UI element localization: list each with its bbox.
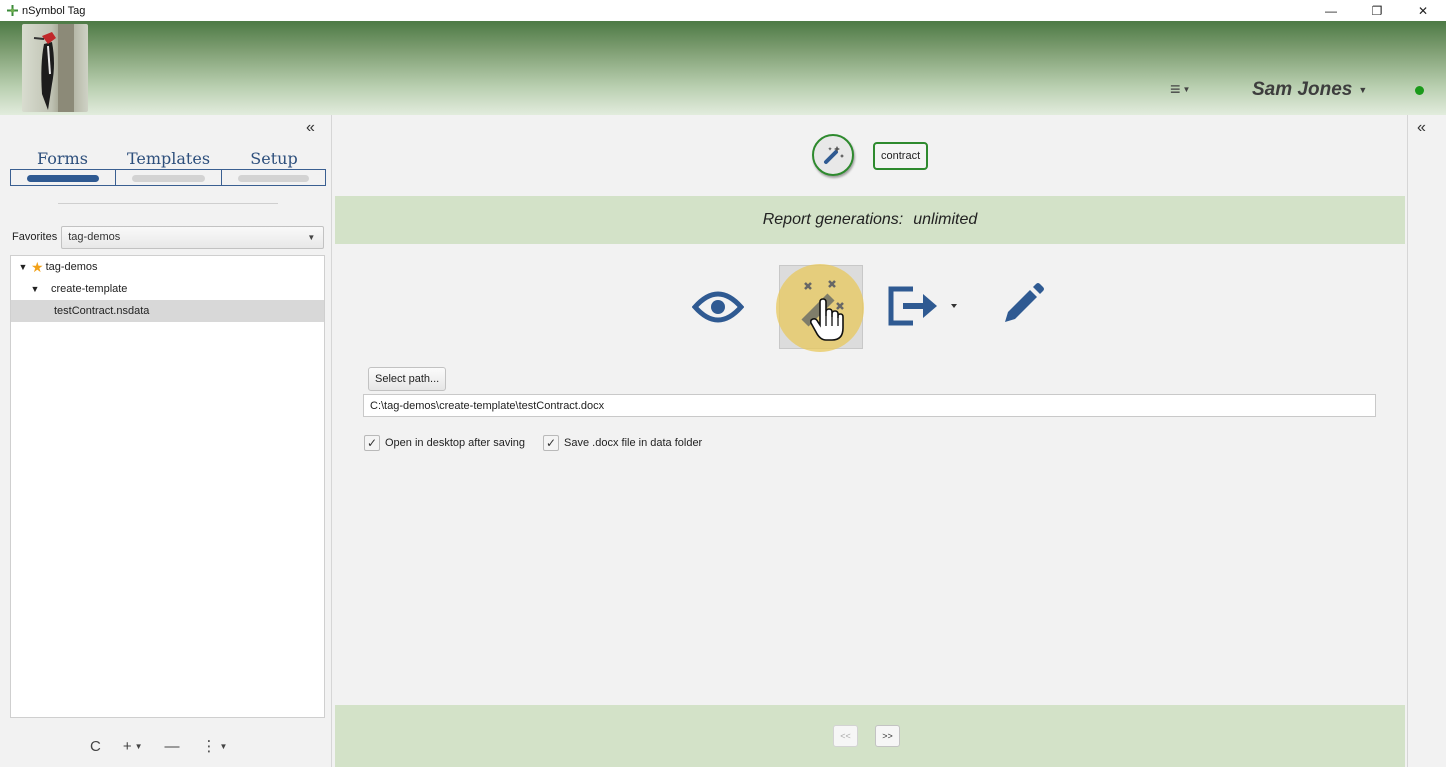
tree-item-label: testContract.nsdata [54, 305, 150, 317]
open-desktop-label: Open in desktop after saving [385, 437, 526, 449]
tab-forms-label: Forms [37, 149, 88, 168]
title-bar: nSymbol Tag — ❐ ✕ [0, 0, 1446, 21]
sidebar-tabs: Forms Templates Setup [10, 148, 326, 188]
user-name-label: Sam Jones [1252, 79, 1353, 100]
export-button[interactable] [885, 281, 963, 331]
tree-item-create-template[interactable]: ▼ create-template [11, 278, 324, 300]
report-value: unlimited [913, 211, 978, 228]
refresh-button[interactable]: C [90, 738, 101, 755]
expand-arrow-icon[interactable]: ▼ [29, 284, 41, 294]
remove-button[interactable]: — [165, 738, 180, 755]
minus-icon: — [164, 737, 180, 755]
caret-down-icon: ▼ [219, 741, 228, 751]
star-icon: ★ [31, 258, 44, 275]
caret-down-icon: ▼ [134, 741, 143, 751]
tab-templates-label: Templates [126, 149, 211, 168]
favorites-value: tag-demos [68, 231, 121, 243]
open-desktop-checkbox[interactable]: ✓ [364, 435, 380, 451]
tree-item-testcontract[interactable]: testContract.nsdata [11, 300, 324, 322]
caret-down-icon: ▼ [1182, 85, 1191, 94]
tab-templates[interactable]: Templates [116, 148, 221, 188]
close-button[interactable]: ✕ [1400, 0, 1446, 21]
right-panel [1407, 115, 1446, 767]
navigation-footer: << >> [335, 705, 1405, 767]
favorites-row: Favorites tag-demos ▼ [0, 225, 326, 249]
hand-cursor-icon [810, 298, 844, 341]
header-banner: ≡ ▼ Sam Jones ▼ [0, 21, 1446, 115]
export-arrow-icon [888, 286, 957, 326]
options-row: ✓ Open in desktop after saving ✓ Save .d… [364, 435, 702, 451]
minimize-button[interactable]: — [1308, 0, 1354, 21]
expand-right-icon[interactable]: « [1417, 119, 1426, 137]
more-options-button[interactable]: ⋮ ▼ [202, 737, 228, 755]
tab-setup[interactable]: Setup [222, 148, 326, 188]
tree-item-tag-demos[interactable]: ▼ ★ tag-demos [11, 256, 324, 278]
tree-item-label: create-template [51, 283, 128, 295]
hamburger-icon: ≡ [1170, 79, 1181, 99]
generate-document-button[interactable] [776, 264, 864, 352]
left-sidebar: « Forms Templates Setup Favorites tag-de… [0, 115, 332, 767]
window-title: nSymbol Tag [22, 4, 86, 17]
tree-item-label: tag-demos [45, 261, 98, 273]
user-menu[interactable]: Sam Jones ▼ [1252, 79, 1367, 101]
report-label: Report generations: [762, 211, 904, 228]
sidebar-toolbar: C + ▼ — ⋮ ▼ [90, 737, 249, 756]
favorites-dropdown[interactable]: tag-demos ▼ [61, 225, 325, 249]
expand-arrow-icon[interactable]: ▼ [17, 262, 29, 272]
eye-icon [692, 291, 744, 323]
refresh-icon: C [90, 737, 101, 755]
tab-forms[interactable]: Forms [10, 148, 115, 188]
generate-circle-button[interactable] [812, 134, 854, 176]
main-menu-button[interactable]: ≡ ▼ [1170, 79, 1190, 100]
kebab-icon: ⋮ [201, 738, 217, 755]
collapse-left-icon[interactable]: « [306, 119, 315, 137]
next-button[interactable]: >> [875, 725, 900, 747]
woodpecker-logo [22, 24, 88, 112]
plus-icon: + [122, 737, 132, 755]
output-path-input[interactable]: C:\tag-demos\create-template\testContrac… [363, 394, 1376, 417]
action-toolbar [335, 264, 1405, 352]
divider [58, 203, 278, 204]
save-docx-checkbox[interactable]: ✓ [543, 435, 560, 451]
template-tag-button[interactable]: contract [873, 142, 929, 170]
add-button[interactable]: + ▼ [123, 738, 143, 755]
app-icon [5, 4, 19, 18]
status-indicator [1415, 86, 1424, 95]
file-tree: ▼ ★ tag-demos ▼ create-template testCont… [10, 255, 325, 718]
select-path-button[interactable]: Select path... [368, 367, 447, 391]
caret-down-icon: ▼ [307, 232, 316, 242]
pencil-icon [1005, 283, 1044, 322]
preview-button[interactable] [690, 285, 746, 329]
previous-button[interactable]: << [833, 725, 858, 747]
main-panel: contract Report generations: unlimited S… [335, 115, 1405, 767]
restore-button[interactable]: ❐ [1354, 0, 1400, 21]
report-generations-bar: Report generations: unlimited [335, 196, 1405, 244]
caret-down-icon: ▼ [1358, 85, 1368, 95]
favorites-label: Favorites [12, 231, 58, 243]
edit-button[interactable] [995, 279, 1049, 331]
magic-wand-icon [824, 146, 844, 164]
save-docx-label: Save .docx file in data folder [564, 437, 703, 449]
tab-setup-label: Setup [250, 149, 298, 168]
